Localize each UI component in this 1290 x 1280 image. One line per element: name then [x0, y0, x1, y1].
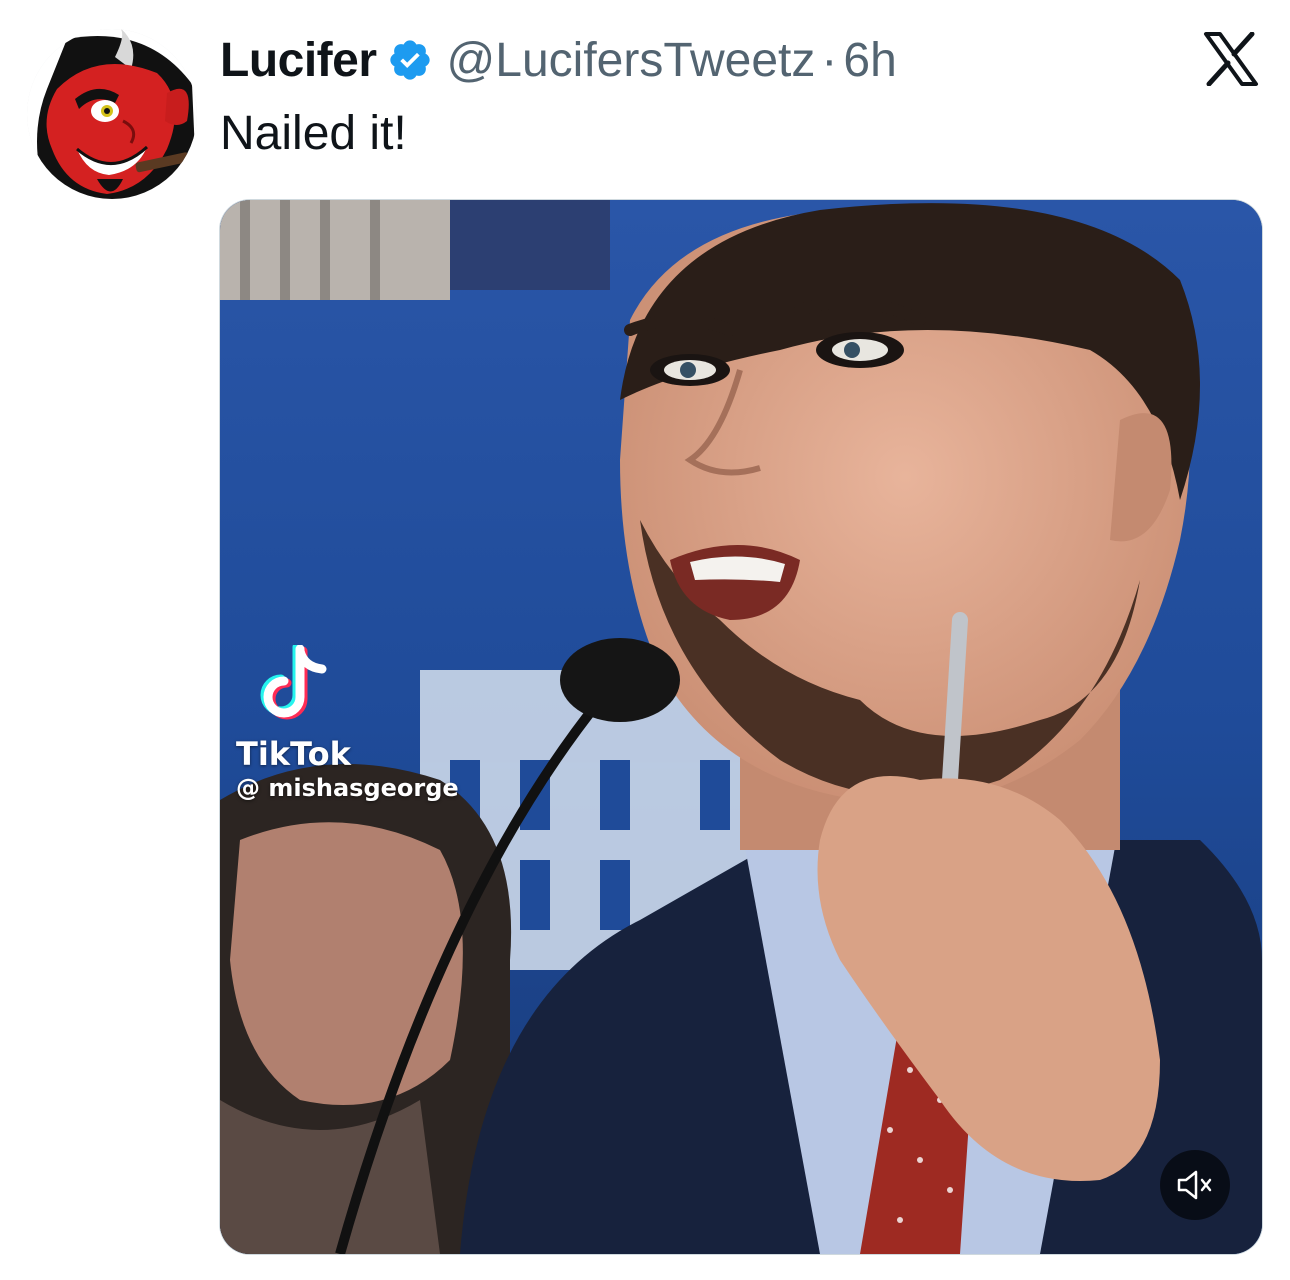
author-display-name[interactable]: Lucifer: [220, 33, 377, 88]
tweet-timestamp[interactable]: 6h: [843, 33, 896, 88]
author-handle[interactable]: @LucifersTweetz: [447, 33, 816, 88]
verified-badge-icon: [387, 37, 433, 83]
mute-toggle-button[interactable]: [1160, 1150, 1230, 1220]
tiktok-user-label: @ mishasgeorge: [236, 774, 459, 802]
speaker-muted-icon: [1177, 1170, 1212, 1200]
tweet-header: Lucifer @LucifersTweetz · 6h: [220, 28, 897, 92]
tiktok-brand-label: TikTok: [236, 735, 351, 773]
x-logo-icon[interactable]: [1202, 31, 1260, 87]
header-separator: ·: [821, 33, 838, 87]
author-avatar[interactable]: [27, 29, 197, 199]
tweet-video[interactable]: TikTok @ mishasgeorge: [220, 200, 1262, 1254]
tiktok-watermark: TikTok @ mishasgeorge: [236, 645, 459, 803]
devil-avatar-image: [27, 29, 197, 199]
tweet-text: Nailed it!: [220, 107, 407, 160]
tiktok-logo-icon: [260, 645, 327, 720]
